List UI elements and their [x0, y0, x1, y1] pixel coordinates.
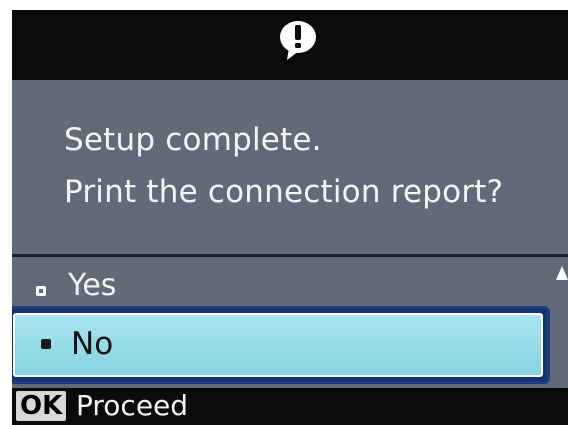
message-line-2: Print the connection report? [64, 174, 504, 210]
printer-lcd-screen: Setup complete. Print the connection rep… [12, 10, 568, 425]
scrollbar[interactable] [556, 266, 568, 384]
option-label: No [71, 326, 114, 362]
proceed-label: Proceed [76, 389, 189, 422]
bullet-icon [41, 339, 51, 349]
divider [12, 254, 568, 257]
selection-highlight: No [13, 313, 543, 377]
dialog-header [12, 10, 568, 80]
message-line-1: Setup complete. [64, 122, 322, 158]
option-no-selected[interactable]: No [12, 306, 550, 384]
bullet-icon [36, 286, 46, 296]
info-speech-bubble-icon [280, 21, 316, 60]
ok-key-badge: OK [16, 391, 67, 421]
scroll-up-arrow-icon[interactable] [556, 266, 568, 280]
dialog-message: Setup complete. Print the connection rep… [64, 114, 503, 218]
option-label: Yes [68, 268, 117, 303]
footer-bar: OK Proceed [12, 388, 568, 425]
